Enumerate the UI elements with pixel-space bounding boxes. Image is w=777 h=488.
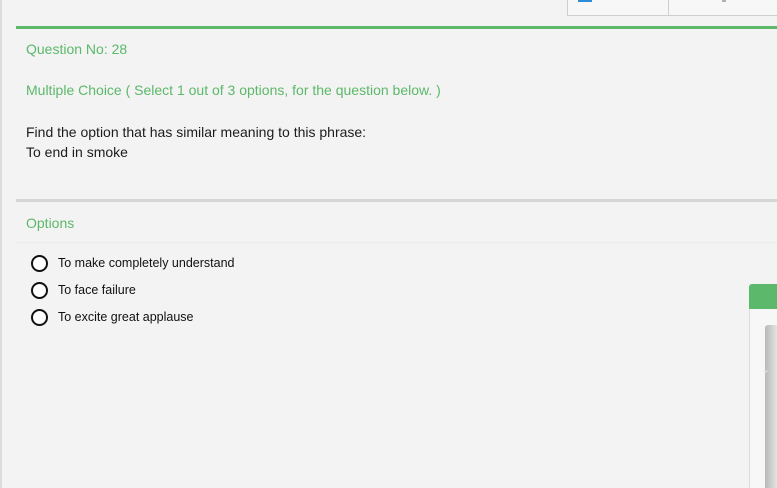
radio-button[interactable] bbox=[31, 308, 48, 326]
radio-button[interactable] bbox=[31, 254, 48, 272]
tab-secondary-icon[interactable] bbox=[722, 0, 726, 2]
option-label[interactable]: To excite great applause bbox=[58, 310, 194, 324]
tab-indicator-icon[interactable] bbox=[578, 0, 592, 2]
option-3[interactable]: To excite great applause bbox=[31, 308, 194, 326]
option-1[interactable]: To make completely understand bbox=[31, 254, 234, 272]
question-type: Multiple Choice ( Select 1 out of 3 opti… bbox=[26, 82, 441, 98]
chevron-icon[interactable]: ⌄ bbox=[760, 362, 770, 376]
section-divider bbox=[16, 199, 777, 202]
question-number: Question No: 28 bbox=[26, 41, 128, 57]
question-prompt: Find the option that has similar meaning… bbox=[26, 122, 366, 162]
tab-divider bbox=[668, 0, 669, 15]
options-heading-rule bbox=[16, 242, 777, 243]
options-heading: Options bbox=[26, 215, 75, 231]
side-panel-header[interactable] bbox=[749, 284, 777, 309]
top-tab-strip bbox=[567, 0, 777, 16]
question-prompt-phrase: To end in smoke bbox=[26, 144, 128, 160]
question-prompt-line1: Find the option that has similar meaning… bbox=[26, 124, 367, 140]
side-panel-thumbnail bbox=[765, 325, 777, 488]
option-label[interactable]: To face failure bbox=[58, 283, 136, 297]
option-2[interactable]: To face failure bbox=[31, 281, 136, 299]
option-label[interactable]: To make completely understand bbox=[58, 256, 234, 270]
radio-button[interactable] bbox=[31, 281, 48, 299]
question-header-rule bbox=[16, 26, 777, 29]
page-left-border bbox=[0, 0, 2, 488]
